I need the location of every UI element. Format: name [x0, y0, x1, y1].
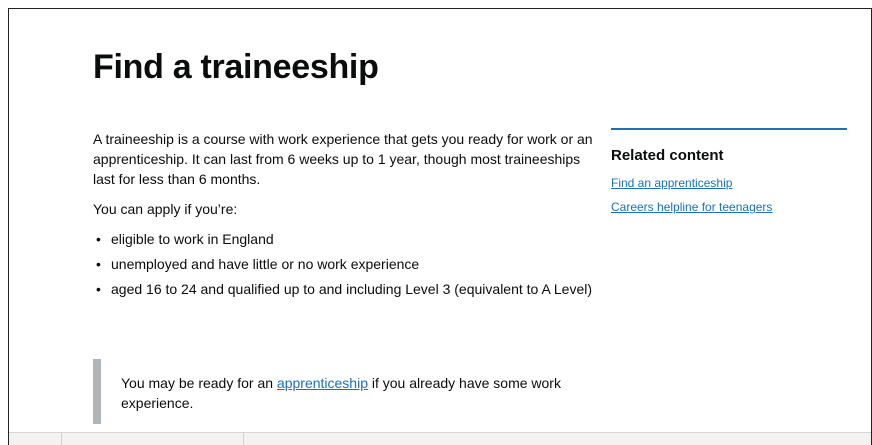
- related-content-heading: Related content: [611, 147, 724, 164]
- list-item-text: aged 16 to 24 and qualified up to and in…: [111, 281, 593, 297]
- bottom-strip: [9, 432, 871, 445]
- intro-paragraph: A traineeship is a course with work expe…: [93, 131, 593, 187]
- strip-divider: [243, 433, 244, 445]
- bullet-icon: •: [96, 256, 101, 272]
- list-item: • unemployed and have little or no work …: [93, 254, 598, 274]
- bullet-icon: •: [96, 281, 101, 297]
- careers-helpline-link[interactable]: Careers helpline for teenagers: [611, 200, 772, 214]
- apprenticeship-link[interactable]: apprenticeship: [277, 375, 368, 391]
- list-item: • eligible to work in England: [93, 229, 598, 249]
- related-link-item: Find an apprenticeship: [611, 175, 847, 191]
- related-links-list: Find an apprenticeship Careers helpline …: [611, 175, 847, 215]
- find-apprenticeship-link[interactable]: Find an apprenticeship: [611, 176, 732, 190]
- list-item-text: eligible to work in England: [111, 231, 274, 247]
- list-item-text: unemployed and have little or no work ex…: [111, 256, 420, 272]
- eligibility-list: • eligible to work in England • unemploy…: [93, 229, 598, 299]
- eligibility-lead: You can apply if you’re:: [93, 201, 238, 217]
- strip-divider: [61, 433, 62, 445]
- related-link-item: Careers helpline for teenagers: [611, 199, 847, 215]
- list-item: • aged 16 to 24 and qualified up to and …: [93, 279, 598, 299]
- inset-text: You may be ready for an apprenticeship i…: [93, 359, 573, 424]
- page-title: Find a traineeship: [93, 48, 379, 86]
- main-content: A traineeship is a course with work expe…: [93, 129, 598, 304]
- inset-text-before: You may be ready for an: [121, 375, 277, 391]
- bullet-icon: •: [96, 231, 101, 247]
- related-content-panel: Related content Find an apprenticeship C…: [611, 128, 847, 223]
- browser-content-frame: Find a traineeship A traineeship is a co…: [8, 8, 872, 445]
